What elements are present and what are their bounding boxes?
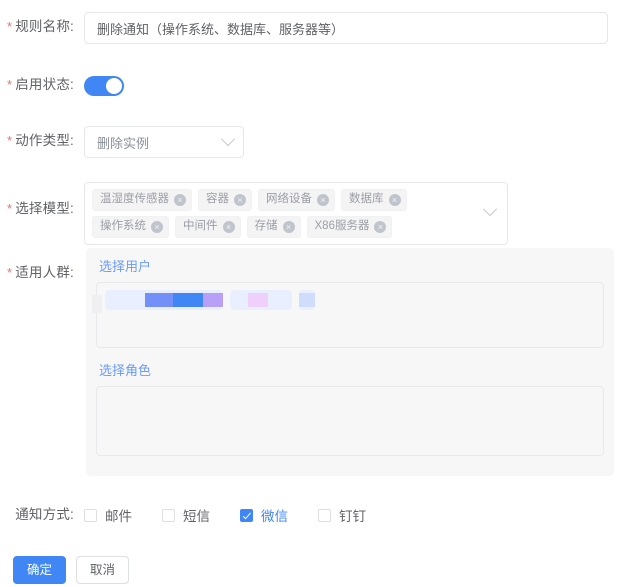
form-item-audience-label: * 适用人群: <box>0 258 84 288</box>
model-tag-label: 温湿度传感器 <box>100 193 169 206</box>
enable-status-toggle[interactable] <box>84 76 124 96</box>
action-type-label-text: 动作类型: <box>15 133 74 148</box>
checkbox-icon[interactable] <box>84 508 97 522</box>
panel-notch <box>92 295 102 313</box>
chevron-down-icon <box>482 201 498 216</box>
selected-user-chip[interactable] <box>299 290 315 310</box>
rule-form: *规则名称: *启用状态: *动作类型: 删除实例 *选择模型: 温湿度传感器×… <box>0 0 626 587</box>
audience-label: * 适用人群: <box>0 258 84 288</box>
close-circle-icon[interactable]: × <box>174 194 186 206</box>
close-circle-icon[interactable]: × <box>222 221 235 233</box>
chevron-down-icon <box>220 132 236 147</box>
notify-checkbox-钉钉[interactable]: 钉钉 <box>318 505 366 525</box>
required-marker: * <box>6 77 13 93</box>
notify-checkbox-label: 钉钉 <box>339 509 366 524</box>
rule-name-label-text: 规则名称: <box>15 19 74 34</box>
form-footer: 确定 取消 <box>13 556 130 584</box>
redacted-block <box>173 293 203 307</box>
required-marker: * <box>6 201 13 217</box>
audience-panel: 选择用户 选择角色 <box>86 248 614 476</box>
close-circle-icon[interactable]: × <box>151 221 163 233</box>
selected-users-dropzone[interactable] <box>92 282 604 348</box>
form-item-notify: 通知方式: 邮件 短信 微信 钉钉 <box>0 505 366 525</box>
model-tag-label: 操作系统 <box>100 220 146 233</box>
rule-name-label: * 规则名称: <box>0 12 84 42</box>
notify-checkbox-微信[interactable]: 微信 <box>240 505 288 525</box>
confirm-button[interactable]: 确定 <box>13 556 67 584</box>
model-tag[interactable]: 网络设备 × <box>258 189 335 211</box>
model-tag[interactable]: 数据库 × <box>341 189 407 211</box>
model-tag[interactable]: 容器 × <box>198 189 252 211</box>
redacted-block <box>203 293 223 307</box>
notify-checkbox-label: 短信 <box>183 509 210 524</box>
model-tag-label: X86服务器 <box>314 220 370 233</box>
rule-name-input[interactable] <box>84 12 608 44</box>
toggle-knob <box>106 78 122 94</box>
select-model-label: * 选择模型: <box>0 182 84 236</box>
form-item-rule-name: * 规则名称: <box>0 12 608 44</box>
action-type-value: 删除实例 <box>97 135 150 151</box>
model-tag-label: 容器 <box>206 193 229 206</box>
model-tag-label: 中间件 <box>183 220 218 233</box>
close-circle-icon[interactable]: × <box>317 194 329 206</box>
model-tag[interactable]: 中间件 × <box>175 216 241 238</box>
action-type-select[interactable]: 删除实例 <box>84 126 244 158</box>
close-circle-icon[interactable]: × <box>234 194 246 206</box>
selected-user-chip[interactable] <box>230 290 292 310</box>
select-model-multiselect[interactable]: 温湿度传感器 × 容器 × 网络设备 × 数据库 × 操作系统 × 中间件 × 存储 × X86服务器 × <box>84 182 508 245</box>
required-marker: * <box>6 265 13 281</box>
model-tag[interactable]: 存储 × <box>246 216 301 238</box>
required-marker: * <box>6 133 13 149</box>
form-item-select-model: * 选择模型: 温湿度传感器 × 容器 × 网络设备 × 数据库 × 操作系统 × 中间件 × 存储 × X8… <box>0 182 508 245</box>
selected-roles-dropzone[interactable] <box>96 386 604 456</box>
model-tag-list: 温湿度传感器 × 容器 × 网络设备 × 数据库 × 操作系统 × 中间件 × 存储 × X86服务器 × <box>92 189 477 238</box>
selected-user-chip[interactable] <box>105 290 223 310</box>
required-marker: * <box>6 19 13 35</box>
notify-checkbox-label: 微信 <box>261 509 288 524</box>
redacted-block <box>248 293 268 307</box>
close-circle-icon[interactable]: × <box>374 221 387 233</box>
select-role-link[interactable]: 选择角色 <box>96 360 151 382</box>
redacted-block <box>299 293 315 307</box>
model-tag[interactable]: X86服务器 × <box>306 216 393 238</box>
model-tag-label: 数据库 <box>349 193 384 206</box>
selected-user-chip-list <box>105 290 595 310</box>
enable-status-label: * 启用状态: <box>0 70 84 100</box>
select-user-link[interactable]: 选择用户 <box>96 256 151 278</box>
enable-status-label-text: 启用状态: <box>15 77 74 92</box>
model-tag[interactable]: 温湿度传感器 × <box>92 189 192 211</box>
audience-label-text: 适用人群: <box>15 265 74 280</box>
checkbox-icon[interactable] <box>318 508 331 522</box>
model-tag-label: 存储 <box>254 220 278 233</box>
form-item-action-type: * 动作类型: 删除实例 <box>0 126 244 158</box>
redacted-block <box>145 293 173 307</box>
notify-label: 通知方式: <box>15 507 74 522</box>
model-tag[interactable]: 操作系统 × <box>92 216 169 238</box>
checkbox-checked-icon[interactable] <box>240 508 253 522</box>
notify-checkbox-label: 邮件 <box>105 509 132 524</box>
select-model-label-text: 选择模型: <box>15 201 74 216</box>
close-circle-icon[interactable]: × <box>282 221 295 233</box>
notify-checkbox-邮件[interactable]: 邮件 <box>84 505 132 525</box>
notify-checkbox-短信[interactable]: 短信 <box>162 505 210 525</box>
action-type-label: * 动作类型: <box>0 126 84 156</box>
cancel-button[interactable]: 取消 <box>76 556 130 584</box>
notify-option-list: 邮件 短信 微信 钉钉 <box>84 505 366 525</box>
checkbox-icon[interactable] <box>162 508 175 522</box>
close-circle-icon[interactable]: × <box>388 194 401 206</box>
form-item-enable-status: * 启用状态: <box>0 70 124 100</box>
model-tag-label: 网络设备 <box>266 193 312 206</box>
